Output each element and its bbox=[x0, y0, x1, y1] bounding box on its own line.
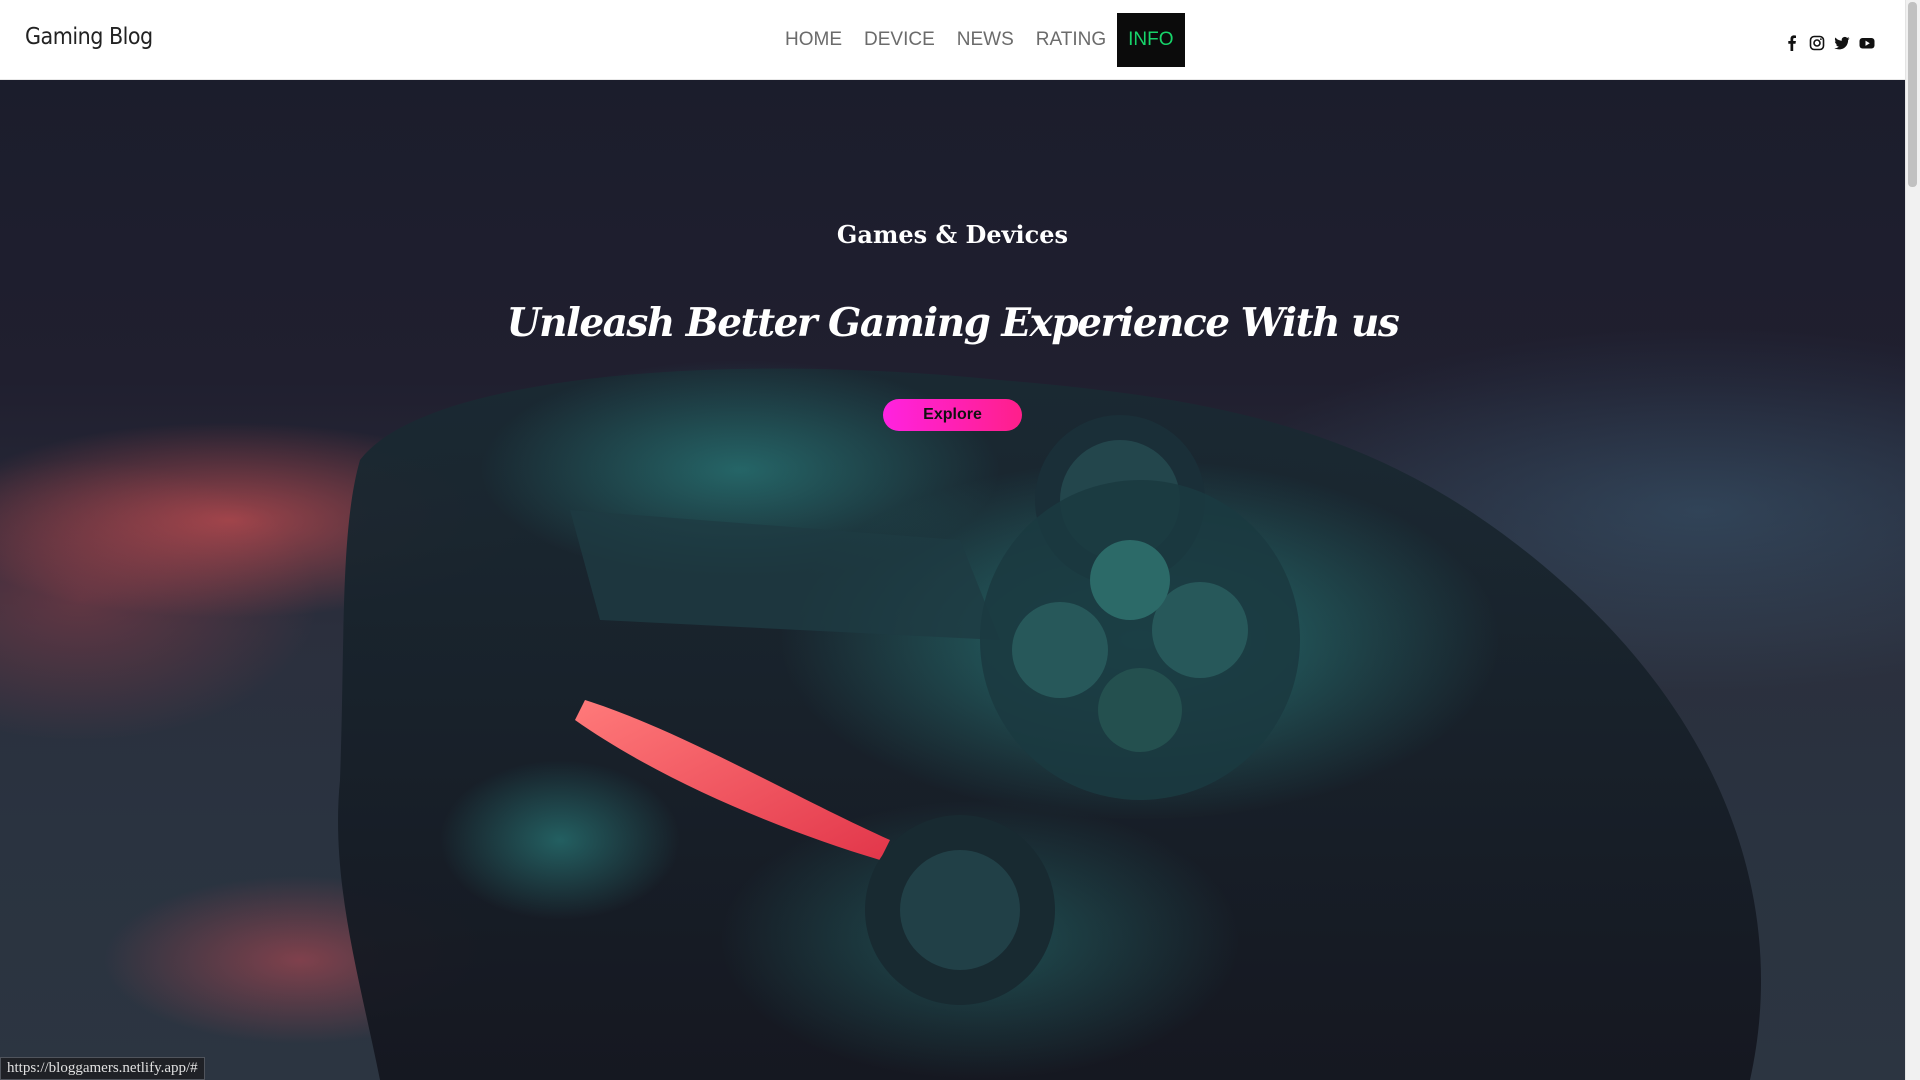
hero-title: Unleash Better Gaming Experience With us bbox=[506, 300, 1400, 346]
explore-button[interactable]: Explore bbox=[883, 399, 1022, 431]
hero-section: Games & Devices Unleash Better Gaming Ex… bbox=[0, 80, 1905, 1080]
twitter-icon[interactable] bbox=[1834, 35, 1850, 51]
nav-item-home[interactable]: HOME bbox=[774, 13, 853, 67]
nav-item-rating[interactable]: RATING bbox=[1025, 13, 1117, 67]
instagram-icon[interactable] bbox=[1809, 35, 1825, 51]
nav-item-info[interactable]: INFO bbox=[1117, 13, 1185, 67]
nav-item-device[interactable]: DEVICE bbox=[853, 13, 946, 67]
brand-logo[interactable]: Gaming Blog bbox=[25, 24, 153, 50]
status-bar-url: https://bloggamers.netlify.app/# bbox=[0, 1057, 205, 1080]
hero-kicker: Games & Devices bbox=[836, 220, 1069, 249]
top-navbar: Gaming Blog HOME DEVICE NEWS RATING INFO bbox=[0, 0, 1905, 80]
social-links bbox=[1784, 35, 1875, 51]
youtube-icon[interactable] bbox=[1859, 35, 1875, 51]
facebook-icon[interactable] bbox=[1784, 35, 1800, 51]
nav-item-news[interactable]: NEWS bbox=[946, 13, 1025, 67]
scrollbar-thumb[interactable] bbox=[1908, 2, 1917, 187]
main-nav: HOME DEVICE NEWS RATING INFO bbox=[774, 13, 1185, 67]
